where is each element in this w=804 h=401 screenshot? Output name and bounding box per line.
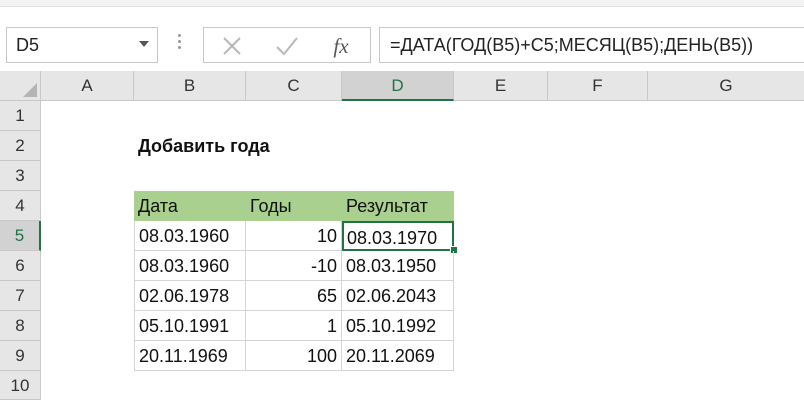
column-header-b[interactable]: B — [134, 71, 246, 101]
name-box-value: D5 — [16, 35, 40, 55]
resize-grip-icon[interactable] — [176, 31, 182, 57]
column-header-f[interactable]: F — [548, 71, 648, 101]
formula-bar-area: D5 fx =ДАТА(ГОД(B5)+C5;МЕСЯЦ(B5);ДЕНЬ(B5… — [0, 7, 804, 71]
formula-input[interactable]: =ДАТА(ГОД(B5)+C5;МЕСЯЦ(B5);ДЕНЬ(B5)) — [379, 27, 804, 63]
spreadsheet-grid[interactable]: A B C D E F G 1 2 3 4 5 6 7 8 9 10 Добав… — [0, 71, 804, 400]
table-cell-result[interactable]: 05.10.1992 — [342, 311, 454, 341]
table-cell-result[interactable]: 20.11.2069 — [342, 341, 454, 371]
formula-buttons: fx — [203, 27, 371, 63]
column-header-c[interactable]: C — [246, 71, 342, 101]
table-cell-date[interactable]: 08.03.1960 — [134, 221, 246, 251]
sheet-title-cell[interactable]: Добавить года — [138, 131, 438, 161]
dropdown-arrow-icon[interactable] — [139, 41, 149, 47]
table-cell-years[interactable]: 1 — [246, 311, 342, 341]
table-cell-years[interactable]: 10 — [246, 221, 342, 251]
active-cell-result[interactable]: 08.03.1970 — [342, 221, 454, 251]
table-cell-years[interactable]: -10 — [246, 251, 342, 281]
formula-text: =ДАТА(ГОД(B5)+C5;МЕСЯЦ(B5);ДЕНЬ(B5)) — [390, 35, 754, 55]
table-cell-years[interactable]: 65 — [246, 281, 342, 311]
column-header-e[interactable]: E — [454, 71, 548, 101]
enter-check-icon[interactable] — [274, 34, 300, 58]
table-cell-date[interactable]: 02.06.1978 — [134, 281, 246, 311]
table-header-date[interactable]: Дата — [134, 191, 246, 221]
column-header-a[interactable]: A — [41, 71, 134, 101]
row-header-8[interactable]: 8 — [0, 311, 41, 341]
column-header-g[interactable]: G — [648, 71, 804, 101]
ribbon-edge — [0, 0, 804, 7]
table-cell-date[interactable]: 20.11.1969 — [134, 341, 246, 371]
fx-icon[interactable]: fx — [326, 32, 356, 60]
row-header-2[interactable]: 2 — [0, 131, 41, 161]
table-header-years[interactable]: Годы — [246, 191, 342, 221]
column-header-d[interactable]: D — [342, 71, 454, 101]
table-cell-result[interactable]: 08.03.1950 — [342, 251, 454, 281]
row-header-9[interactable]: 9 — [0, 341, 41, 371]
table-cell-years[interactable]: 100 — [246, 341, 342, 371]
row-header-7[interactable]: 7 — [0, 281, 41, 311]
select-all-icon[interactable] — [0, 71, 41, 101]
row-header-4[interactable]: 4 — [0, 191, 41, 221]
name-box[interactable]: D5 — [6, 27, 158, 63]
cancel-x-icon[interactable] — [220, 34, 244, 58]
table-cell-result[interactable]: 02.06.2043 — [342, 281, 454, 311]
row-header-1[interactable]: 1 — [0, 101, 41, 131]
table-cell-date[interactable]: 05.10.1991 — [134, 311, 246, 341]
row-header-6[interactable]: 6 — [0, 251, 41, 281]
table-cell-date[interactable]: 08.03.1960 — [134, 251, 246, 281]
row-header-5[interactable]: 5 — [0, 221, 41, 251]
row-header-3[interactable]: 3 — [0, 161, 41, 191]
table-header-result[interactable]: Результат — [342, 191, 454, 221]
row-header-10[interactable]: 10 — [0, 371, 41, 400]
